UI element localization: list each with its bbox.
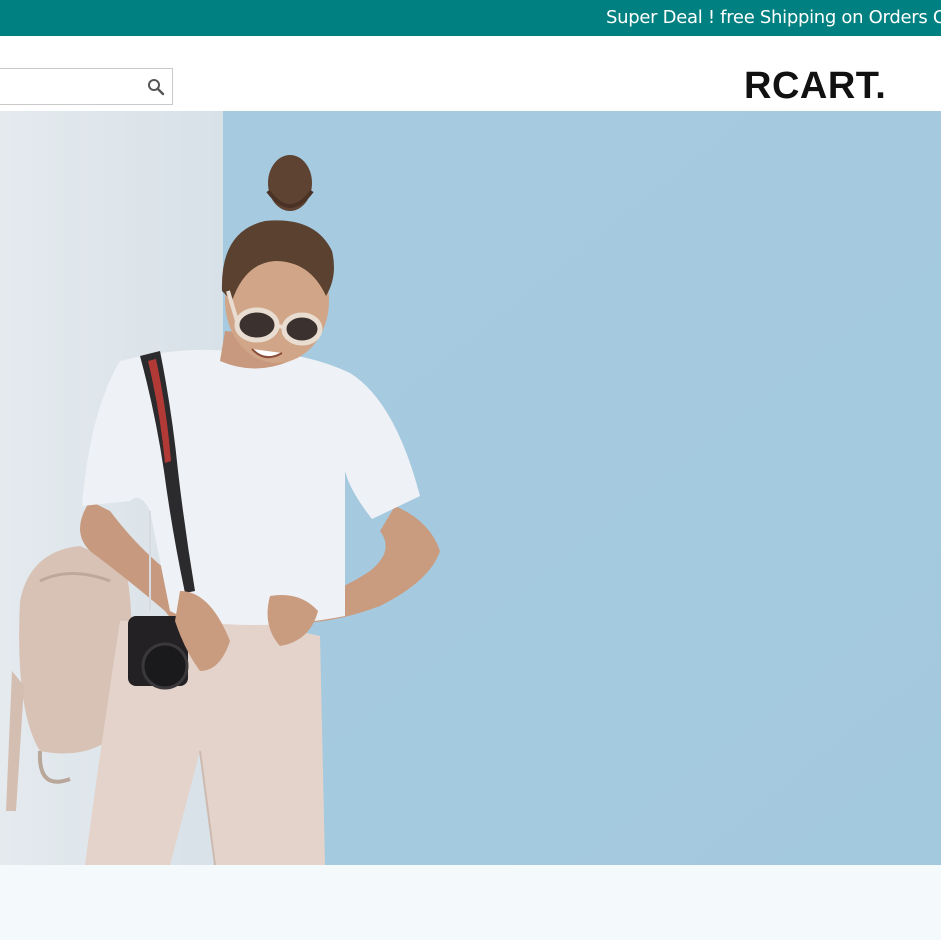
site-logo[interactable]: RCART. bbox=[744, 64, 886, 108]
search-input[interactable] bbox=[0, 69, 141, 104]
content-area bbox=[0, 865, 941, 940]
hero-banner bbox=[0, 111, 941, 865]
hero-image bbox=[0, 111, 941, 865]
promo-text: Super Deal ! free Shipping on Orders O bbox=[606, 7, 941, 28]
search-box[interactable] bbox=[0, 68, 173, 105]
site-header: RCART. bbox=[0, 36, 941, 111]
promo-banner: Super Deal ! free Shipping on Orders O bbox=[0, 0, 941, 36]
search-icon[interactable] bbox=[147, 78, 165, 96]
